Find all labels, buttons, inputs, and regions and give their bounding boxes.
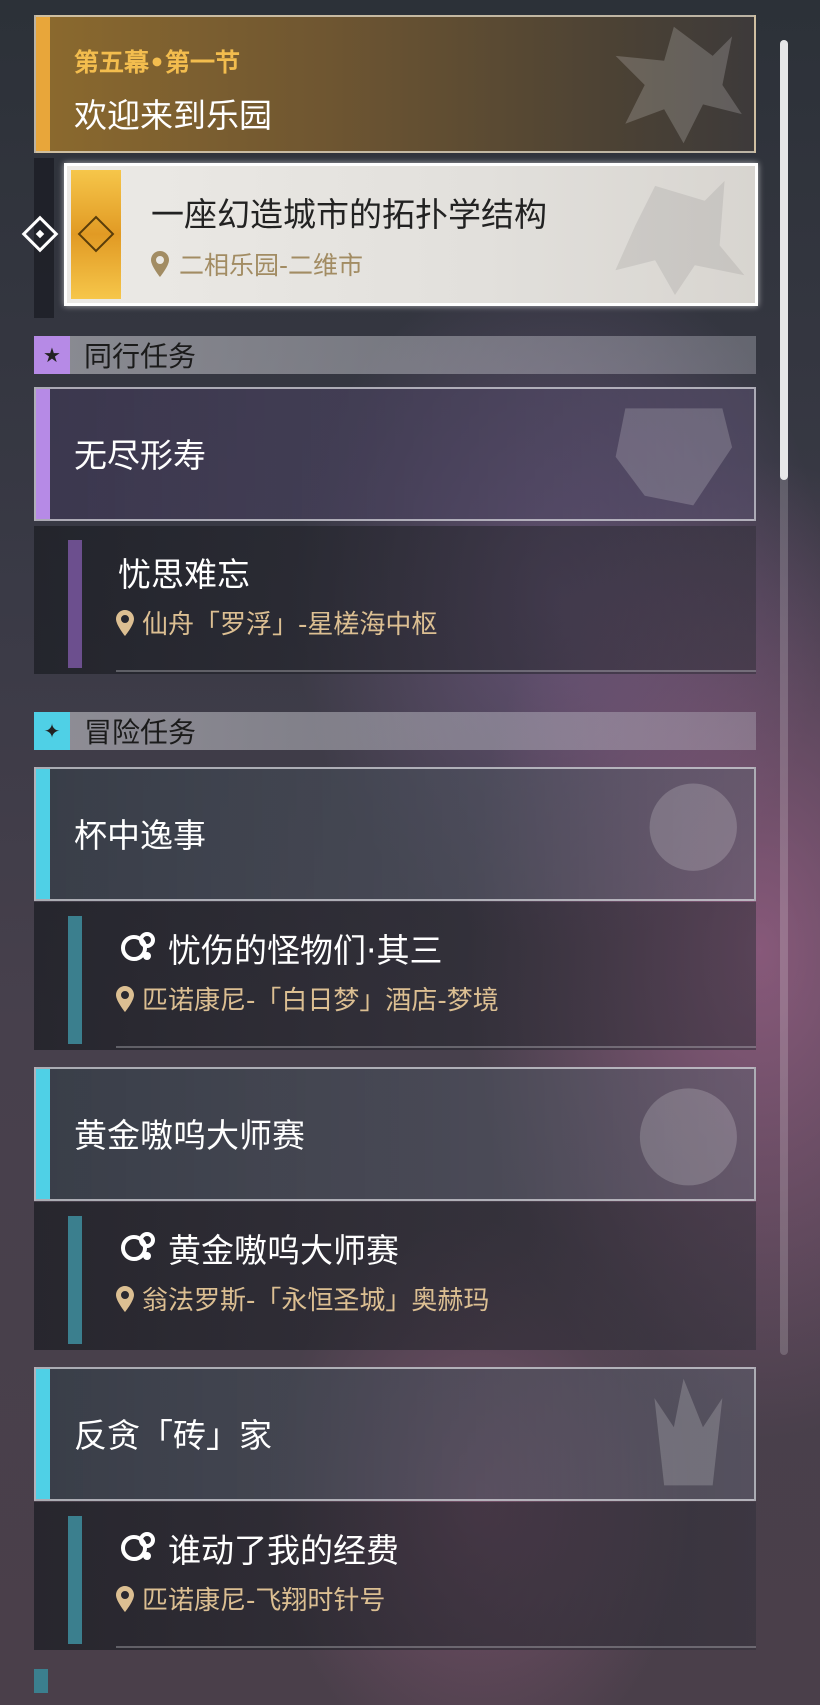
chapter-title: 欢迎来到乐园: [74, 96, 272, 135]
quest-group-endless-lifespan[interactable]: 无尽形寿: [34, 387, 756, 521]
quest-item[interactable]: 谁动了我的经费 匹诺康尼-飞翔时针号: [34, 1502, 756, 1650]
active-quest-card[interactable]: 一座幻造城市的拓扑学结构 二相乐园-二维市: [64, 163, 758, 306]
divider: [116, 1646, 756, 1648]
quest-title: 黄金嗷呜大师赛: [118, 1224, 399, 1272]
quest-location: 匹诺康尼-飞翔时针号: [116, 1580, 385, 1617]
quest-location: 匹诺康尼-「白日梦」酒店-梦境: [116, 980, 499, 1017]
divider: [116, 1046, 756, 1048]
dream-bubble-icon: [121, 1532, 155, 1561]
divider: [116, 670, 756, 672]
location-text: 匹诺康尼-飞翔时针号: [142, 1586, 386, 1616]
quest-stripe: [68, 540, 82, 668]
group-title: 无尽形寿: [74, 436, 206, 475]
chapter-emblem-icon: [615, 26, 742, 144]
scrollbar-thumb[interactable]: [780, 40, 788, 480]
quest-stripe: [68, 1516, 82, 1644]
section-header-companion: ★ 同行任务: [34, 336, 756, 374]
quest-group-anti-graft[interactable]: 反贪「砖」家: [34, 1367, 756, 1501]
quest-item[interactable]: 忧伤的怪物们·其三 匹诺康尼-「白日梦」酒店-梦境: [34, 902, 756, 1050]
compass-star-icon: ✦: [34, 712, 70, 750]
mascot-emblem-icon: [639, 1088, 737, 1186]
location-text: 翁法罗斯-「永恒圣城」奥赫玛: [142, 1286, 490, 1316]
section-header-adventure: ✦ 冒险任务: [34, 712, 756, 750]
location-pin-icon: [116, 1285, 134, 1312]
dream-bubble-icon: [121, 1232, 155, 1261]
quest-emblem: [71, 170, 121, 299]
quest-title-text: 忧思难忘: [118, 555, 250, 594]
tea-emblem-icon: [649, 783, 737, 871]
quest-stripe: [68, 1216, 82, 1344]
city-emblem-icon: [615, 180, 745, 296]
spire-emblem-icon: [654, 1378, 723, 1486]
location-pin-icon: [116, 1585, 134, 1612]
quest-title: 忧伤的怪物们·其三: [118, 924, 443, 972]
location-pin-icon: [151, 251, 169, 277]
next-item-stripe: [34, 1669, 48, 1693]
quest-title: 谁动了我的经费: [118, 1524, 399, 1572]
sparkle-diamond-icon: [77, 215, 115, 253]
dream-bubble-icon: [121, 932, 155, 961]
section-label: 冒险任务: [84, 716, 197, 749]
quest-group-cup-anecdotes[interactable]: 杯中逸事: [34, 767, 756, 901]
location-text: 二相乐园-二维市: [179, 251, 364, 280]
active-quest-location: 二相乐园-二维市: [151, 246, 363, 282]
quest-item[interactable]: 忧思难忘 仙舟「罗浮」-星槎海中枢: [34, 526, 756, 674]
quest-title-text: 忧伤的怪物们·其三: [168, 931, 443, 970]
quest-item[interactable]: 黄金嗷呜大师赛 翁法罗斯-「永恒圣城」奥赫玛: [34, 1202, 756, 1350]
feather-emblem-icon: [615, 408, 733, 506]
chapter-header[interactable]: 第五幕•第一节 欢迎来到乐园: [34, 15, 756, 153]
section-label: 同行任务: [84, 340, 197, 373]
active-quest-title: 一座幻造城市的拓扑学结构: [151, 195, 547, 234]
location-text: 匹诺康尼-「白日梦」酒店-梦境: [142, 986, 499, 1016]
group-title: 黄金嗷呜大师赛: [74, 1116, 305, 1155]
quest-group-golden-awooo[interactable]: 黄金嗷呜大师赛: [34, 1067, 756, 1201]
quest-location: 仙舟「罗浮」-星槎海中枢: [116, 604, 437, 641]
star-icon: ★: [34, 336, 70, 374]
quest-title-text: 谁动了我的经费: [168, 1531, 399, 1570]
group-title: 反贪「砖」家: [74, 1416, 272, 1455]
chapter-subtitle: 第五幕•第一节: [74, 48, 240, 77]
quest-title-text: 黄金嗷呜大师赛: [168, 1231, 399, 1270]
quest-stripe: [68, 916, 82, 1044]
quest-location: 翁法罗斯-「永恒圣城」奥赫玛: [116, 1280, 489, 1317]
location-pin-icon: [116, 609, 134, 636]
location-text: 仙舟「罗浮」-星槎海中枢: [142, 610, 438, 640]
quest-title: 忧思难忘: [118, 548, 250, 596]
group-title: 杯中逸事: [74, 816, 206, 855]
location-pin-icon: [116, 985, 134, 1012]
